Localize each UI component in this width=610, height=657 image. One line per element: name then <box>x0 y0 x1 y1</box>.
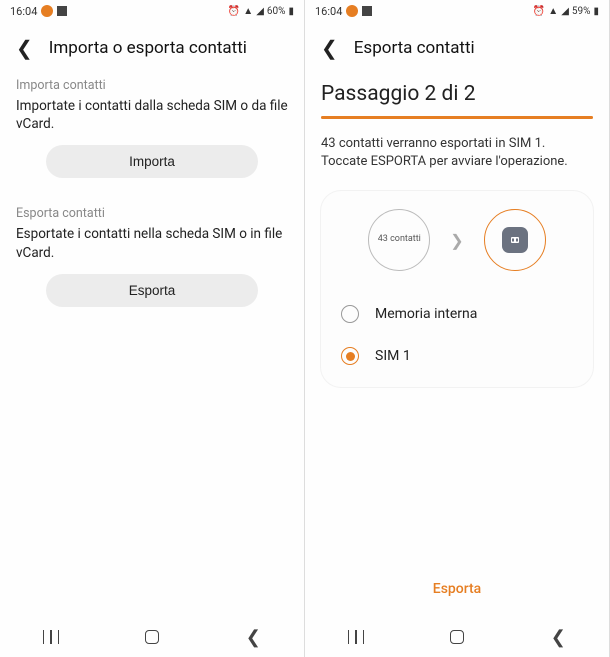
import-section-label: Importa contatti <box>16 78 288 93</box>
battery-percent: 60% <box>267 6 286 17</box>
option-sim1[interactable]: SIM 1 <box>335 335 579 377</box>
export-section-desc: Esportate i contatti nella scheda SIM o … <box>16 225 288 261</box>
system-navbar: ❮ <box>0 617 304 657</box>
nav-recent-icon[interactable] <box>348 630 364 644</box>
import-section-desc: Importate i contatti dalla scheda SIM o … <box>16 97 288 133</box>
app-header: ❮ Importa o esporta contatti <box>0 22 304 78</box>
status-bar: 16:04 ⏰ ▲ ◢ 60% ▮ <box>0 0 304 22</box>
signal-icon: ◢ <box>561 6 569 17</box>
destination-circle <box>484 209 546 271</box>
export-button[interactable]: Esporta <box>46 274 258 307</box>
step-title: Passaggio 2 di 2 <box>321 78 593 116</box>
nav-recent-icon[interactable] <box>43 630 59 644</box>
battery-icon: ▮ <box>593 6 599 17</box>
app-header: ❮ Esporta contatti <box>305 22 609 78</box>
nav-back-icon[interactable]: ❮ <box>551 627 566 648</box>
screen-export-step2: 16:04 ⏰ ▲ ◢ 59% ▮ ❮ Esporta contatti Pas… <box>305 0 610 657</box>
nav-back-icon[interactable]: ❮ <box>246 627 261 648</box>
notification-dot-icon <box>41 5 53 17</box>
wifi-icon: ▲ <box>243 6 253 17</box>
export-action-button[interactable]: Esporta <box>305 569 609 609</box>
export-info-text: 43 contatti verranno esportati in SIM 1.… <box>321 135 593 171</box>
source-count-label: 43 contatti <box>378 235 421 245</box>
sim-chip-icon <box>502 227 528 253</box>
progress-fill <box>321 116 593 119</box>
wifi-icon: ▲ <box>548 6 558 17</box>
option-internal-storage[interactable]: Memoria interna <box>335 293 579 335</box>
system-navbar: ❮ <box>305 617 609 657</box>
arrow-right-icon: ❯ <box>450 231 463 250</box>
progress-bar <box>321 116 593 119</box>
import-button[interactable]: Importa <box>46 145 258 178</box>
status-time: 16:04 <box>10 5 37 18</box>
export-graphic: 43 contatti ❯ <box>335 209 579 271</box>
notification-dot-icon <box>346 5 358 17</box>
alarm-icon: ⏰ <box>228 6 240 17</box>
screen-import-export: 16:04 ⏰ ▲ ◢ 60% ▮ ❮ Importa o esporta co… <box>0 0 305 657</box>
export-card: 43 contatti ❯ Memoria interna SIM 1 <box>321 191 593 387</box>
signal-icon: ◢ <box>256 6 264 17</box>
option-label: Memoria interna <box>375 306 477 322</box>
nav-home-icon[interactable] <box>145 630 159 644</box>
source-circle: 43 contatti <box>368 209 430 271</box>
battery-icon: ▮ <box>288 6 294 17</box>
status-time: 16:04 <box>315 5 342 18</box>
radio-unchecked-icon <box>341 305 359 323</box>
back-icon[interactable]: ❮ <box>16 36 33 60</box>
export-section-label: Esporta contatti <box>16 206 288 221</box>
page-title: Importa o esporta contatti <box>49 38 247 58</box>
notification-icon <box>57 6 67 16</box>
radio-checked-icon <box>341 347 359 365</box>
nav-home-icon[interactable] <box>450 630 464 644</box>
alarm-icon: ⏰ <box>533 6 545 17</box>
option-label: SIM 1 <box>375 348 411 364</box>
battery-percent: 59% <box>572 6 591 17</box>
notification-icon <box>362 6 372 16</box>
page-title: Esporta contatti <box>354 38 475 58</box>
status-bar: 16:04 ⏰ ▲ ◢ 59% ▮ <box>305 0 609 22</box>
back-icon[interactable]: ❮ <box>321 36 338 60</box>
